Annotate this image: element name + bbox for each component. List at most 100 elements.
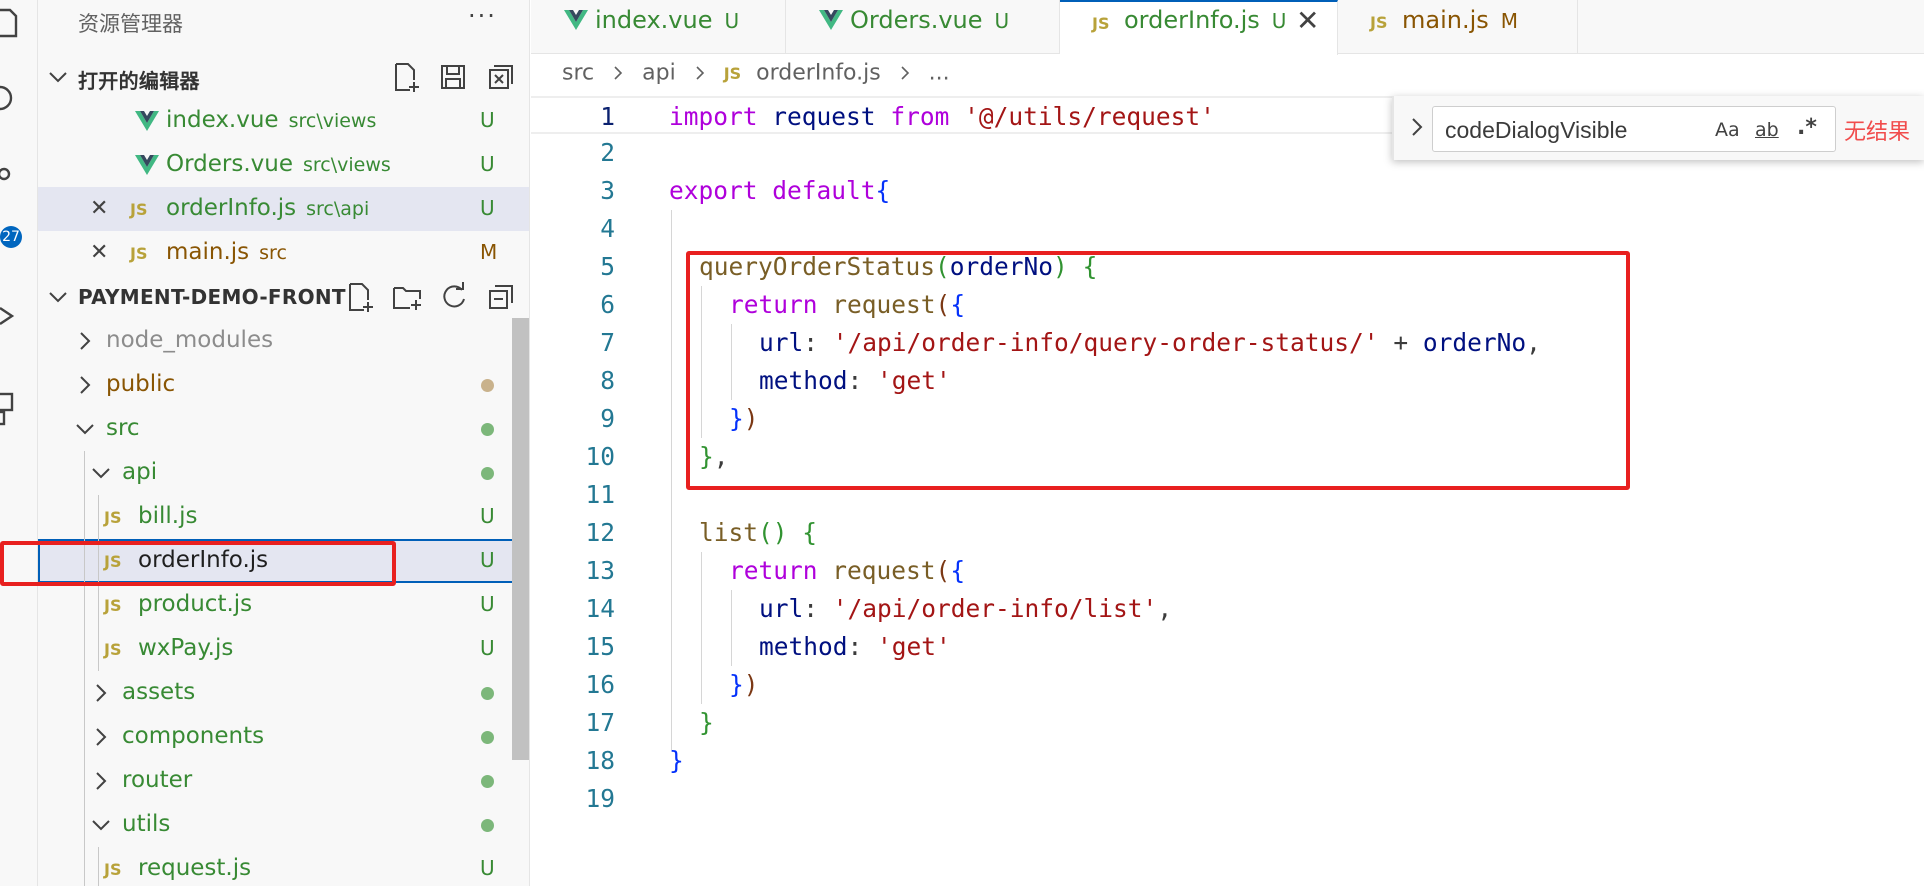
tree-folder[interactable]: assets <box>38 671 529 715</box>
js-file-icon: JS <box>723 63 742 83</box>
git-status: U <box>480 856 495 880</box>
files-icon[interactable] <box>0 2 26 42</box>
js-file-icon: JS <box>1370 13 1388 32</box>
tree-folder[interactable]: node_modules <box>38 319 529 363</box>
close-icon[interactable]: ✕ <box>90 240 108 265</box>
find-input[interactable]: codeDialogVisible Aa ab .* <box>1432 106 1836 152</box>
line-number: 16 <box>585 670 615 699</box>
tab-index-vue[interactable]: index.vue U <box>531 0 786 54</box>
open-editor-name: orderInfo.js src\api <box>166 195 370 221</box>
vue-file-icon <box>818 8 844 32</box>
close-icon[interactable]: ✕ <box>90 196 108 221</box>
tree-file[interactable]: JS request.js U <box>38 847 529 886</box>
more-actions-icon[interactable]: ··· <box>468 2 497 30</box>
breadcrumb-item[interactable]: ... <box>929 61 950 86</box>
chevron-right-icon <box>74 330 96 352</box>
open-editor-item[interactable]: ✕ JS main.js src M <box>38 231 529 275</box>
tree-file[interactable]: JS wxPay.js U <box>38 627 529 671</box>
breadcrumb-item[interactable]: src <box>562 61 594 86</box>
tab-label: orderInfo.js U <box>1124 6 1287 34</box>
whole-word-icon[interactable]: ab <box>1755 119 1779 141</box>
chevron-right-icon <box>90 770 112 792</box>
open-editor-name: Orders.vue src\views <box>166 151 391 177</box>
open-editor-item-active[interactable]: ✕ JS orderInfo.js src\api U <box>38 187 529 231</box>
tab-orders-vue[interactable]: Orders.vue U <box>786 0 1060 54</box>
tree-folder[interactable]: router <box>38 759 529 803</box>
git-status-dot <box>481 467 494 480</box>
source-control-badge: 27 <box>0 226 22 248</box>
tree-folder[interactable]: src <box>38 407 529 451</box>
js-file-icon: JS <box>130 244 148 263</box>
tree-folder[interactable]: public <box>38 363 529 407</box>
breadcrumb: src api JS orderInfo.js ... <box>562 60 950 92</box>
git-status: U <box>480 592 495 616</box>
js-file-icon: JS <box>104 640 122 659</box>
tab-orderinfo-js[interactable]: JS orderInfo.js U ✕ <box>1060 0 1338 55</box>
find-query: codeDialogVisible <box>1445 117 1628 143</box>
js-file-icon: JS <box>1092 14 1110 33</box>
tree-folder[interactable]: utils <box>38 803 529 847</box>
tree-folder[interactable]: components <box>38 715 529 759</box>
collapse-all-icon[interactable] <box>485 281 517 313</box>
regex-icon[interactable]: .* <box>1797 115 1817 140</box>
tree-file-name: request.js <box>138 855 252 881</box>
source-control-icon[interactable] <box>0 156 26 196</box>
extensions-icon[interactable] <box>0 386 26 426</box>
code-text: url: '/api/order-info/list', <box>759 594 1173 623</box>
code-editor[interactable]: 1 import request from '@/utils/request' … <box>531 96 1924 886</box>
refresh-icon[interactable] <box>438 281 470 313</box>
close-all-editors-icon[interactable] <box>484 61 516 93</box>
chevron-down-icon <box>74 418 96 440</box>
git-status: U <box>480 196 495 220</box>
open-editors-header[interactable]: 打开的编辑器 <box>38 55 529 99</box>
new-file-icon[interactable] <box>344 281 376 313</box>
chevron-down-icon <box>90 462 112 484</box>
tree-folder-name: utils <box>122 811 171 837</box>
code-line: 4 <box>531 210 1924 248</box>
editor-tab-bar: index.vue U Orders.vue U JS orderInfo.js U … <box>531 0 1924 55</box>
tree-folder[interactable]: api <box>38 451 529 495</box>
breadcrumb-item[interactable]: orderInfo.js <box>756 61 880 86</box>
code-text: method: 'get' <box>759 632 951 661</box>
open-editors-actions <box>390 61 526 93</box>
breadcrumb-item[interactable]: api <box>642 61 676 86</box>
new-folder-icon[interactable] <box>391 281 423 313</box>
git-status-dot <box>481 379 494 392</box>
new-untitled-file-icon[interactable] <box>390 61 422 93</box>
open-editor-item[interactable]: Orders.vue src\views U <box>38 143 529 187</box>
explorer-title: 资源管理器 <box>78 12 183 36</box>
activity-bar: 27 <box>0 0 38 886</box>
search-icon[interactable] <box>0 78 26 118</box>
tree-file[interactable]: JS product.js U <box>38 583 529 627</box>
tab-main-js[interactable]: JS main.js M <box>1338 0 1578 54</box>
git-status: U <box>480 504 495 528</box>
line-number: 12 <box>585 518 615 547</box>
tree-folder-name: src <box>106 415 140 441</box>
run-debug-icon[interactable] <box>0 296 26 336</box>
project-actions <box>344 281 527 313</box>
tree-file[interactable]: JS bill.js U <box>38 495 529 539</box>
js-file-icon: JS <box>104 860 122 879</box>
close-icon[interactable]: ✕ <box>1296 4 1319 37</box>
code-text: } <box>699 708 714 737</box>
save-all-icon[interactable] <box>437 61 469 93</box>
tab-label: index.vue U <box>595 6 740 34</box>
code-text: return request({ <box>729 556 966 585</box>
tree-file-name: product.js <box>138 591 253 617</box>
vue-file-icon <box>563 8 589 32</box>
annotation-highlight-box <box>686 251 1630 490</box>
js-file-icon: JS <box>104 596 122 615</box>
toggle-replace-chevron-icon[interactable] <box>1406 116 1428 138</box>
match-case-icon[interactable]: Aa <box>1715 119 1740 141</box>
tree-folder-name: components <box>122 723 265 749</box>
open-editor-item[interactable]: index.vue src\views U <box>38 99 529 143</box>
chevron-right-icon <box>696 66 704 80</box>
git-status: U <box>480 548 495 572</box>
code-text: } <box>669 746 684 775</box>
git-status: M <box>480 240 498 264</box>
project-header[interactable]: PAYMENT-DEMO-FRONT <box>38 275 529 319</box>
sidebar-scrollbar[interactable] <box>512 318 529 760</box>
git-status: U <box>480 636 495 660</box>
tab-label: Orders.vue U <box>850 6 1010 34</box>
line-number: 3 <box>600 176 615 205</box>
